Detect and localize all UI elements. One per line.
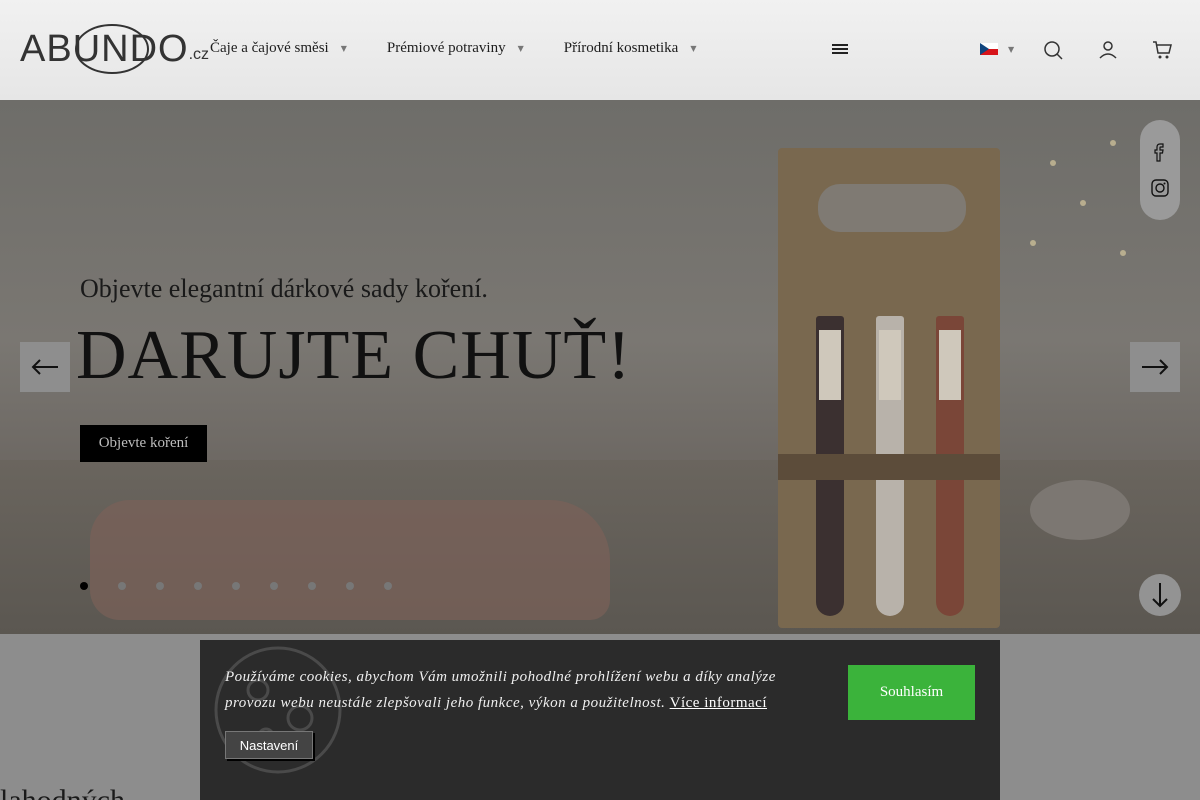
menu-icon[interactable] [832,44,848,56]
background-light [1030,240,1036,246]
slide-dot[interactable] [346,582,354,590]
user-icon[interactable] [1098,40,1118,60]
arrow-left-icon [31,359,58,375]
nav-item-label: Čaje a čajové směsi [210,40,329,56]
background-light [1120,250,1126,256]
cookie-settings-button[interactable]: Nastavení [225,731,313,759]
nav-item-teas[interactable]: Čaje a čajové směsi ▼ [210,40,347,57]
czech-flag-icon [980,43,998,55]
previous-slide-button[interactable] [20,342,70,392]
background-light [1080,200,1086,206]
slide-dot[interactable] [270,582,278,590]
background-light [1050,160,1056,166]
main-nav: Čaje a čajové směsi ▼ Prémiové potraviny… [210,40,737,57]
instagram-icon[interactable] [1150,178,1170,198]
site-header: ABUNDO .cz Čaje a čajové směsi ▼ Prémiov… [0,0,1200,100]
slide-dot[interactable] [232,582,240,590]
slide-dot[interactable] [384,582,392,590]
language-switcher[interactable]: ▼ [980,43,1014,55]
chevron-down-icon: ▼ [340,44,347,53]
hero-title: DARUJTE CHUŤ! [76,317,632,394]
hero-bowl [1030,480,1130,540]
slide-dot[interactable] [308,582,316,590]
logo[interactable]: ABUNDO .cz [20,22,209,76]
logo-swoosh-icon [75,24,149,74]
slide-dot[interactable] [118,582,126,590]
chevron-down-icon: ▼ [517,44,524,53]
cart-icon[interactable] [1152,40,1172,60]
search-icon[interactable] [1043,40,1063,60]
nav-item-label: Přírodní kosmetika [563,40,679,56]
nav-item-premium-food[interactable]: Prémiové potraviny ▼ [387,40,524,57]
slide-dot[interactable] [194,582,202,590]
slider-pagination [80,582,422,590]
facebook-icon[interactable] [1150,142,1170,162]
next-slide-button[interactable] [1130,342,1180,392]
chevron-down-icon: ▼ [1008,44,1015,54]
box-handle [818,184,966,232]
cookie-banner: Používáme cookies, abychom Vám umožnili … [200,640,1000,800]
background-light [1110,140,1116,146]
logo-tld: .cz [188,46,210,63]
slide-dot[interactable] [156,582,164,590]
scroll-down-button[interactable] [1139,574,1181,616]
arrow-right-icon [1142,359,1169,375]
slide-dot[interactable] [80,582,88,590]
hero-slider: Objevte elegantní dárkové sady koření. D… [0,100,1200,634]
chevron-down-icon: ▼ [690,44,697,53]
hero-food [90,500,610,620]
accept-cookies-button[interactable]: Souhlasím [848,665,975,720]
discover-spices-button[interactable]: Objevte koření [80,425,207,462]
social-links [1140,120,1180,220]
arrow-down-icon [1152,583,1168,608]
nav-item-natural-cosmetics[interactable]: Přírodní kosmetika ▼ [564,40,697,57]
cookie-message: Používáme cookies, abychom Vám umožnili … [225,664,805,716]
hero-subtitle: Objevte elegantní dárkové sady koření. [80,274,488,303]
nav-item-label: Prémiové potraviny [386,40,506,56]
spice-gift-box-image [778,148,1000,628]
section-heading: lahodných [0,784,125,800]
more-info-link[interactable]: Více informací [670,695,767,711]
box-band [778,454,1000,480]
